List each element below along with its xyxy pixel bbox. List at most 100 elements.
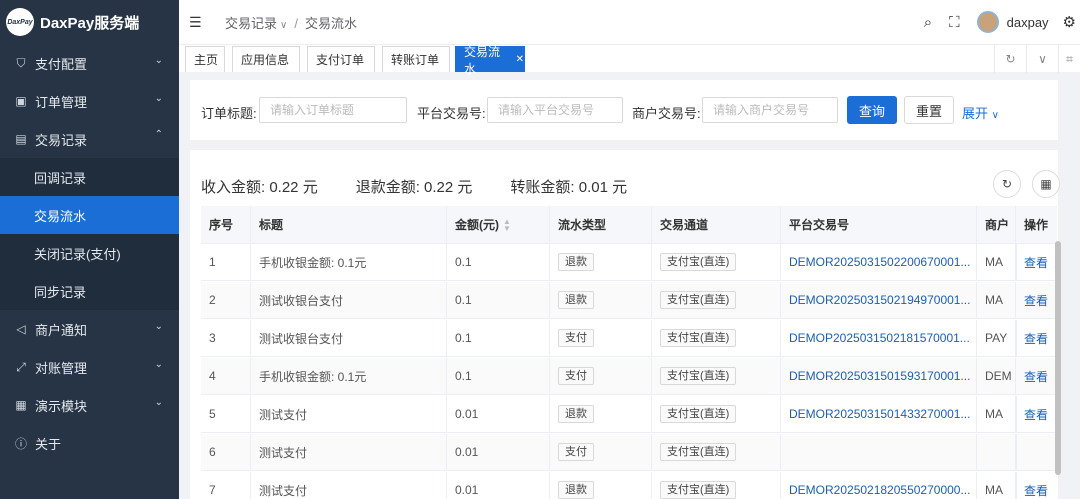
app-logo[interactable]: DaxPay xyxy=(6,8,34,36)
cell-merchant-text: MA xyxy=(985,293,1003,307)
sidebar-item-reconcile[interactable]: ⤢ 对账管理 ⌄ xyxy=(0,348,179,386)
view-link[interactable]: 查看 xyxy=(1015,472,1057,499)
table-row[interactable]: 6 测试支付 0.01 支付 支付宝(直连) xyxy=(201,434,1057,471)
tab-trade-flow[interactable]: 交易流水 ✕ xyxy=(455,45,525,76)
cell-platform-trade-no[interactable]: DEMOR2025021820550270000... xyxy=(781,472,977,499)
sidebar-item-trade-records[interactable]: ▤ 交易记录 ⌃ xyxy=(0,120,179,158)
transfer-amount: 转账金额: 0.01 元 xyxy=(510,179,628,196)
tab-pay-order[interactable]: 支付订单 xyxy=(307,46,375,72)
view-link[interactable]: 查看 xyxy=(1015,320,1057,356)
breadcrumb-item: 交易流水 xyxy=(304,15,357,31)
sidebar-subitem-close-records[interactable]: 关闭记录(支付) xyxy=(0,234,179,272)
sidebar-item-payment-config[interactable]: ⛉ 支付配置 ⌄ xyxy=(0,44,179,82)
search-form: 订单标题: 请输入订单标题 平台交易号: 请输入平台交易号 商户交易号: 请输入… xyxy=(190,80,1058,140)
column-settings-button[interactable]: ▦ xyxy=(1032,170,1060,198)
type-tag: 支付 xyxy=(558,367,594,385)
trade-no-link[interactable]: DEMOR2025031502194970001... xyxy=(789,293,970,307)
cell-no-text: 3 xyxy=(209,331,216,345)
trade-no-link[interactable]: DEMOP2025031502181570001... xyxy=(789,331,970,345)
view-link[interactable]: 查看 xyxy=(1015,396,1057,432)
cell-no-text: 2 xyxy=(209,293,216,307)
cell-platform-trade-no[interactable]: DEMOR2025031501433270001... xyxy=(781,396,977,432)
avatar[interactable] xyxy=(976,11,999,33)
view-link[interactable] xyxy=(1015,434,1057,470)
breadcrumb-separator: / xyxy=(294,15,298,31)
trade-no-link[interactable]: DEMOR2025031501433270001... xyxy=(789,407,970,421)
cell-title-text: 测试收银台支付 xyxy=(259,331,344,346)
expand-button[interactable]: 展开 ∨ xyxy=(962,103,999,122)
platform-trade-no-input[interactable]: 请输入平台交易号 xyxy=(487,97,623,123)
cell-no: 6 xyxy=(201,434,251,470)
column-header-amount[interactable]: 金额(元) ▲ ▼ xyxy=(447,206,550,243)
sidebar-item-order-management[interactable]: ▣ 订单管理 ⌄ xyxy=(0,82,179,120)
chevron-down-icon: ⌄ xyxy=(154,55,163,66)
trade-no-link[interactable]: DEMOR2025031502200670001... xyxy=(789,255,970,269)
table-row[interactable]: 7 测试支付 0.01 退款 支付宝(直连) DEMOR20250218205502700… xyxy=(201,472,1057,499)
cell-no-text: 6 xyxy=(209,445,216,459)
sidebar-item-merchant-notify[interactable]: ◁ 商户通知 ⌄ xyxy=(0,310,179,348)
cell-platform-trade-no[interactable]: DEMOR2025031501593170001... xyxy=(781,358,977,394)
info-icon: ⓘ xyxy=(14,436,27,451)
menu-fold-icon[interactable]: ☰ xyxy=(189,14,207,31)
cell-amount-text: 0.1 xyxy=(455,331,472,345)
gear-icon[interactable]: ⚙ xyxy=(1063,13,1076,31)
breadcrumb-item[interactable]: 交易记录 xyxy=(225,16,277,31)
cell-merchant-text: MA xyxy=(985,407,1003,421)
cell-title-text: 测试支付 xyxy=(259,445,308,460)
type-tag: 退款 xyxy=(558,291,594,309)
cell-amount: 0.1 xyxy=(447,244,550,280)
sidebar-subitem-sync-records[interactable]: 同步记录 xyxy=(0,272,179,310)
reset-button[interactable]: 重置 xyxy=(904,96,954,124)
refresh-icon[interactable]: ↻ xyxy=(994,45,1026,73)
chevron-down-icon[interactable]: ∨ xyxy=(1026,45,1058,73)
chevron-down-icon: ⌄ xyxy=(154,359,163,370)
cell-platform-trade-no[interactable] xyxy=(781,434,977,470)
refresh-button[interactable]: ↻ xyxy=(993,170,1021,198)
channel-tag: 支付宝(直连) xyxy=(660,481,737,499)
view-link[interactable]: 查看 xyxy=(1015,282,1057,318)
cell-platform-trade-no[interactable]: DEMOR2025031502200670001... xyxy=(781,244,977,280)
app-title[interactable]: DaxPay服务端 xyxy=(40,12,139,33)
table-row[interactable]: 3 测试收银台支付 0.1 支付 支付宝(直连) DEMOP202503150218157… xyxy=(201,320,1057,357)
type-tag: 退款 xyxy=(558,481,594,499)
sort-icon[interactable]: ▲ ▼ xyxy=(503,217,511,232)
column-header-label: 金额(元) xyxy=(455,218,499,232)
cell-platform-trade-no[interactable]: DEMOR2025031502194970001... xyxy=(781,282,977,318)
trade-no-link[interactable]: DEMOR2025031501593170001... xyxy=(789,369,970,383)
search-icon[interactable]: ⌕ xyxy=(924,14,932,31)
cell-amount: 0.01 xyxy=(447,396,550,432)
tab-app-info[interactable]: 应用信息 xyxy=(232,46,300,72)
tab-home[interactable]: 主页 xyxy=(185,46,225,72)
cell-type: 退款 xyxy=(550,396,652,432)
fullscreen-icon[interactable]: ⛶ xyxy=(949,14,960,31)
query-button[interactable]: 查询 xyxy=(847,96,897,124)
cell-merchant: MA xyxy=(977,244,1017,280)
sidebar-subitem-callback-records[interactable]: 回调记录 xyxy=(0,158,179,196)
close-icon[interactable]: ✕ xyxy=(516,54,524,65)
channel-tag: 支付宝(直连) xyxy=(660,367,737,385)
table-row[interactable]: 4 手机收银金额: 0.1元 0.1 支付 支付宝(直连) DEMOR2025031501… xyxy=(201,358,1057,395)
order-title-input[interactable]: 请输入订单标题 xyxy=(259,97,407,123)
table-scrollbar[interactable] xyxy=(1055,241,1061,475)
breadcrumb: 交易记录 ∨ / 交易流水 xyxy=(225,13,357,32)
table-row[interactable]: 5 测试支付 0.01 退款 支付宝(直连) DEMOR20250315014332700… xyxy=(201,396,1057,433)
order-icon: ▣ xyxy=(15,94,27,108)
sidebar-item-demo[interactable]: ▦ 演示模块 ⌄ xyxy=(0,386,179,424)
maximize-icon[interactable]: ⌗ xyxy=(1058,45,1080,73)
table-row[interactable]: 1 手机收银金额: 0.1元 0.1 退款 支付宝(直连) DEMOR2025031502… xyxy=(201,244,1057,281)
sidebar-item-about[interactable]: ⓘ 关于 xyxy=(0,424,179,462)
cell-merchant xyxy=(977,434,1017,470)
username[interactable]: daxpay xyxy=(1007,15,1049,30)
column-header-channel: 交易通道 xyxy=(652,206,781,243)
top-header: ☰ 交易记录 ∨ / 交易流水 ⌕ ⛶ daxpay ⚙ xyxy=(179,0,1080,44)
tab-transfer-order[interactable]: 转账订单 xyxy=(382,46,450,72)
trade-no-link[interactable]: DEMOR2025021820550270000... xyxy=(789,483,970,497)
sidebar-subitem-trade-flow[interactable]: 交易流水 xyxy=(0,196,179,234)
view-link[interactable]: 查看 xyxy=(1015,358,1057,394)
cell-no-text: 4 xyxy=(209,369,216,383)
merchant-trade-no-input[interactable]: 请输入商户交易号 xyxy=(702,97,838,123)
view-link[interactable]: 查看 xyxy=(1015,244,1057,280)
column-header-type: 流水类型 xyxy=(550,206,652,243)
table-row[interactable]: 2 测试收银台支付 0.1 退款 支付宝(直连) DEMOR202503150219497… xyxy=(201,282,1057,319)
cell-platform-trade-no[interactable]: DEMOP2025031502181570001... xyxy=(781,320,977,356)
